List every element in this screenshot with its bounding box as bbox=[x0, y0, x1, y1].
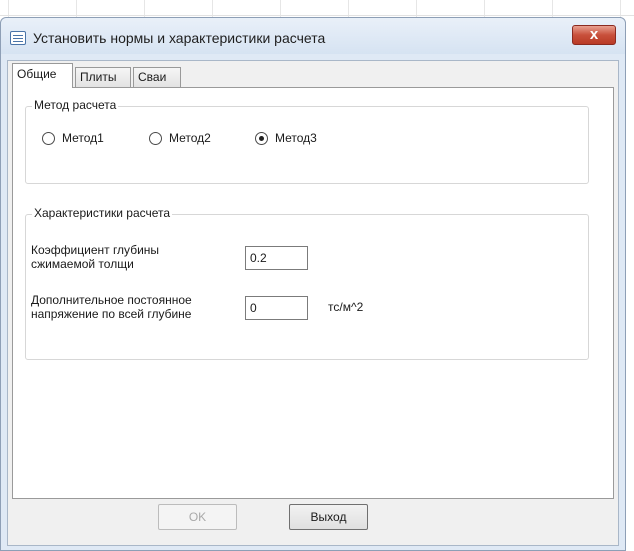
dialog-title: Установить нормы и характеристики расчет… bbox=[33, 30, 326, 46]
close-button[interactable]: x bbox=[572, 25, 616, 45]
close-icon: x bbox=[589, 26, 599, 43]
tab-general[interactable]: Общие bbox=[12, 63, 73, 88]
depth-coef-label: Коэффициент глубины сжимаемой толщи bbox=[31, 243, 159, 271]
depth-coef-label-line1: Коэффициент глубины bbox=[31, 243, 160, 257]
radio-method1-indicator[interactable] bbox=[42, 131, 55, 145]
dialog-client-area: Общие Плиты Сваи Метод расчета Метод1 Ме… bbox=[7, 60, 619, 546]
settings-dialog: Установить нормы и характеристики расчет… bbox=[0, 17, 626, 551]
characteristics-group-title: Характеристики расчета bbox=[32, 206, 173, 220]
radio-method2-indicator[interactable] bbox=[149, 131, 162, 145]
extra-stress-unit: тс/м^2 bbox=[328, 300, 364, 314]
radio-method3-indicator[interactable] bbox=[255, 131, 268, 145]
depth-coef-input[interactable] bbox=[245, 246, 308, 270]
radio-method1[interactable]: Метод1 bbox=[42, 130, 104, 146]
method-group-title: Метод расчета bbox=[32, 98, 119, 112]
depth-coef-label-line2: сжимаемой толщи bbox=[31, 257, 134, 271]
extra-stress-label-line2: напряжение по всей глубине bbox=[31, 307, 192, 321]
characteristics-group: Характеристики расчета Коэффициент глуби… bbox=[25, 206, 589, 360]
radio-method1-label[interactable]: Метод1 bbox=[62, 131, 104, 145]
exit-button[interactable]: Выход bbox=[289, 504, 368, 530]
radio-method2-label[interactable]: Метод2 bbox=[169, 131, 211, 145]
extra-stress-label: Дополнительное постоянное напряжение по … bbox=[31, 293, 192, 321]
extra-stress-input[interactable] bbox=[245, 296, 308, 320]
ok-button[interactable]: OK bbox=[158, 504, 237, 530]
title-bar[interactable]: Установить нормы и характеристики расчет… bbox=[1, 18, 625, 54]
radio-method3[interactable]: Метод3 bbox=[255, 130, 317, 146]
extra-stress-label-line1: Дополнительное постоянное bbox=[31, 293, 192, 307]
method-group: Метод расчета Метод1 Метод2 Метод3 bbox=[25, 98, 589, 184]
background-header-row bbox=[0, 0, 634, 16]
tab-piles[interactable]: Сваи bbox=[133, 67, 181, 87]
tab-panel-general: Метод расчета Метод1 Метод2 Метод3 Харак… bbox=[12, 87, 614, 499]
radio-method2[interactable]: Метод2 bbox=[149, 130, 211, 146]
tab-slabs[interactable]: Плиты bbox=[75, 67, 131, 87]
radio-method3-label[interactable]: Метод3 bbox=[275, 131, 317, 145]
dialog-form-icon bbox=[10, 31, 26, 45]
